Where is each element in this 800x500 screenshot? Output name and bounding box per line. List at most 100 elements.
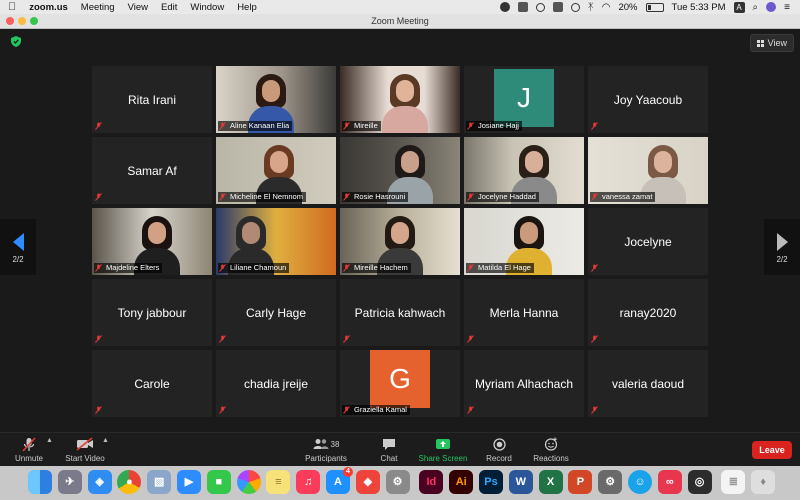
- excel-icon[interactable]: X: [538, 470, 563, 494]
- participant-tile[interactable]: Carole: [92, 350, 212, 417]
- automator-icon[interactable]: ⚙: [598, 470, 623, 494]
- menu-bar:  zoom.us Meeting View Edit Window Help …: [0, 0, 800, 14]
- participant-tile[interactable]: Patricia kahwach: [340, 279, 460, 346]
- share-screen-button[interactable]: Share Screen: [418, 436, 468, 463]
- participant-tile[interactable]: Joy Yaacoub: [588, 66, 708, 133]
- participant-name: Jocelyne: [624, 234, 672, 249]
- menu-help[interactable]: Help: [237, 2, 257, 13]
- apple-menu-icon[interactable]: : [8, 1, 16, 13]
- participants-count: 38: [330, 439, 340, 449]
- control-center-icon[interactable]: ≡: [784, 2, 790, 13]
- participant-tile[interactable]: G Graziella Kamal: [340, 350, 460, 417]
- illustrator-icon[interactable]: Ai: [449, 470, 474, 494]
- zoom-icon[interactable]: ▶: [177, 470, 201, 494]
- siri-icon[interactable]: [766, 2, 777, 12]
- participant-tile[interactable]: Jocelyne Haddad: [464, 137, 584, 204]
- participant-tile[interactable]: Rita Irani: [92, 66, 212, 133]
- participant-tile[interactable]: chadia jreije: [216, 350, 336, 417]
- participant-tile[interactable]: Matilda El Hage: [464, 208, 584, 275]
- photos-icon[interactable]: [236, 470, 261, 494]
- system-preferences-icon[interactable]: ⚙: [385, 470, 410, 494]
- participant-tile[interactable]: vanessa zamat: [588, 137, 708, 204]
- participant-name-label: Liliane Chamoun: [218, 263, 290, 273]
- participant-figure: [396, 80, 414, 102]
- zoom-status-icon[interactable]: [517, 2, 528, 12]
- anydesk-icon[interactable]: ◆: [355, 470, 380, 494]
- reactions-button[interactable]: Reactions: [530, 436, 572, 463]
- unmute-button[interactable]: Unmute: [12, 436, 46, 463]
- participant-tile[interactable]: Aline Kanaan Elia: [216, 66, 336, 133]
- participant-tile[interactable]: Tony jabbour: [92, 279, 212, 346]
- safari-icon[interactable]: ◈: [87, 470, 112, 494]
- muted-mic-icon: [591, 122, 598, 130]
- record-button[interactable]: Record: [482, 436, 516, 463]
- fullscreen-window-button[interactable]: [30, 17, 38, 25]
- word-icon[interactable]: W: [508, 470, 533, 494]
- spotlight-icon[interactable]: ⌕: [753, 2, 759, 13]
- text-document-icon[interactable]: ≣: [721, 470, 746, 494]
- menu-view[interactable]: View: [128, 2, 148, 13]
- security-shield-icon[interactable]: [11, 36, 21, 47]
- wifi-icon[interactable]: ◠: [602, 2, 611, 13]
- finder-icon[interactable]: [28, 470, 52, 494]
- next-page-button[interactable]: 2/2: [764, 219, 800, 275]
- participant-figure: [262, 80, 280, 102]
- participants-button[interactable]: 38 Participants: [302, 436, 350, 463]
- participant-tile[interactable]: valeria daoud: [588, 350, 708, 417]
- battery-icon[interactable]: [645, 2, 664, 12]
- participant-tile[interactable]: Mireille: [340, 66, 460, 133]
- creative-cloud-icon[interactable]: ∞: [657, 470, 682, 494]
- participant-tile[interactable]: Rosie Hasrouni: [340, 137, 460, 204]
- participant-tile[interactable]: Majdeline Elters: [92, 208, 212, 275]
- video-options-caret-icon[interactable]: ▲: [102, 437, 109, 444]
- participant-name-label: Graziella Kamal: [342, 405, 410, 415]
- participant-tile[interactable]: Merla Hanna: [464, 279, 584, 346]
- participant-tile[interactable]: ranay2020: [588, 279, 708, 346]
- launchpad-icon[interactable]: ✈: [57, 470, 82, 494]
- notes-icon[interactable]: ≡: [266, 470, 291, 494]
- leave-button[interactable]: Leave: [752, 441, 792, 459]
- record-status-icon[interactable]: [499, 2, 510, 12]
- music-icon[interactable]: ♫: [296, 470, 321, 494]
- participant-tile[interactable]: Samar Af: [92, 137, 212, 204]
- trash-icon[interactable]: ♦: [751, 470, 776, 494]
- participant-tile[interactable]: Micheline El Nemnom: [216, 137, 336, 204]
- indesign-icon[interactable]: Id: [419, 470, 444, 494]
- view-button[interactable]: View: [749, 34, 794, 52]
- powerpoint-icon[interactable]: P: [568, 470, 593, 494]
- vpn-icon[interactable]: ◎: [687, 470, 712, 494]
- participant-tile[interactable]: Myriam Alhachach: [464, 350, 584, 417]
- participant-tile[interactable]: Carly Hage: [216, 279, 336, 346]
- anydesk-status-icon[interactable]: [535, 2, 545, 12]
- participant-name: valeria daoud: [611, 376, 685, 391]
- participant-tile[interactable]: J Josiane Hajj: [464, 66, 584, 133]
- menu-clock[interactable]: Tue 5:33 PM: [672, 2, 726, 13]
- chrome-icon[interactable]: ●: [117, 470, 142, 494]
- screen-status-icon[interactable]: [552, 2, 563, 12]
- close-window-button[interactable]: [6, 17, 14, 25]
- accessibility-icon[interactable]: ☺: [628, 470, 652, 494]
- participant-tile[interactable]: Jocelyne: [588, 208, 708, 275]
- menu-window[interactable]: Window: [190, 2, 224, 13]
- preview-icon[interactable]: ▧: [147, 470, 172, 494]
- menu-meeting[interactable]: Meeting: [81, 2, 115, 13]
- menu-edit[interactable]: Edit: [161, 2, 177, 13]
- participant-figure: [391, 222, 409, 244]
- input-source-icon[interactable]: A: [733, 1, 745, 13]
- app-store-badge: 4: [343, 467, 353, 477]
- minimize-window-button[interactable]: [18, 17, 26, 25]
- chat-button[interactable]: Chat: [374, 436, 404, 463]
- chat-bubble-icon: [383, 438, 395, 450]
- cast-status-icon[interactable]: [570, 2, 580, 12]
- participant-tile[interactable]: Mireille Hachem: [340, 208, 460, 275]
- app-store-icon[interactable]: A4: [326, 467, 353, 494]
- participant-name-label: Micheline El Nemnom: [218, 192, 306, 202]
- bluetooth-icon[interactable]: ᛡ: [588, 2, 594, 13]
- facetime-icon[interactable]: ■: [206, 470, 231, 494]
- muted-mic-icon: [591, 193, 598, 201]
- photoshop-icon[interactable]: Ps: [479, 470, 503, 494]
- menu-app-name[interactable]: zoom.us: [29, 2, 68, 13]
- previous-page-button[interactable]: 2/2: [0, 219, 36, 275]
- participant-tile[interactable]: Liliane Chamoun: [216, 208, 336, 275]
- audio-options-caret-icon[interactable]: ▲: [46, 437, 53, 444]
